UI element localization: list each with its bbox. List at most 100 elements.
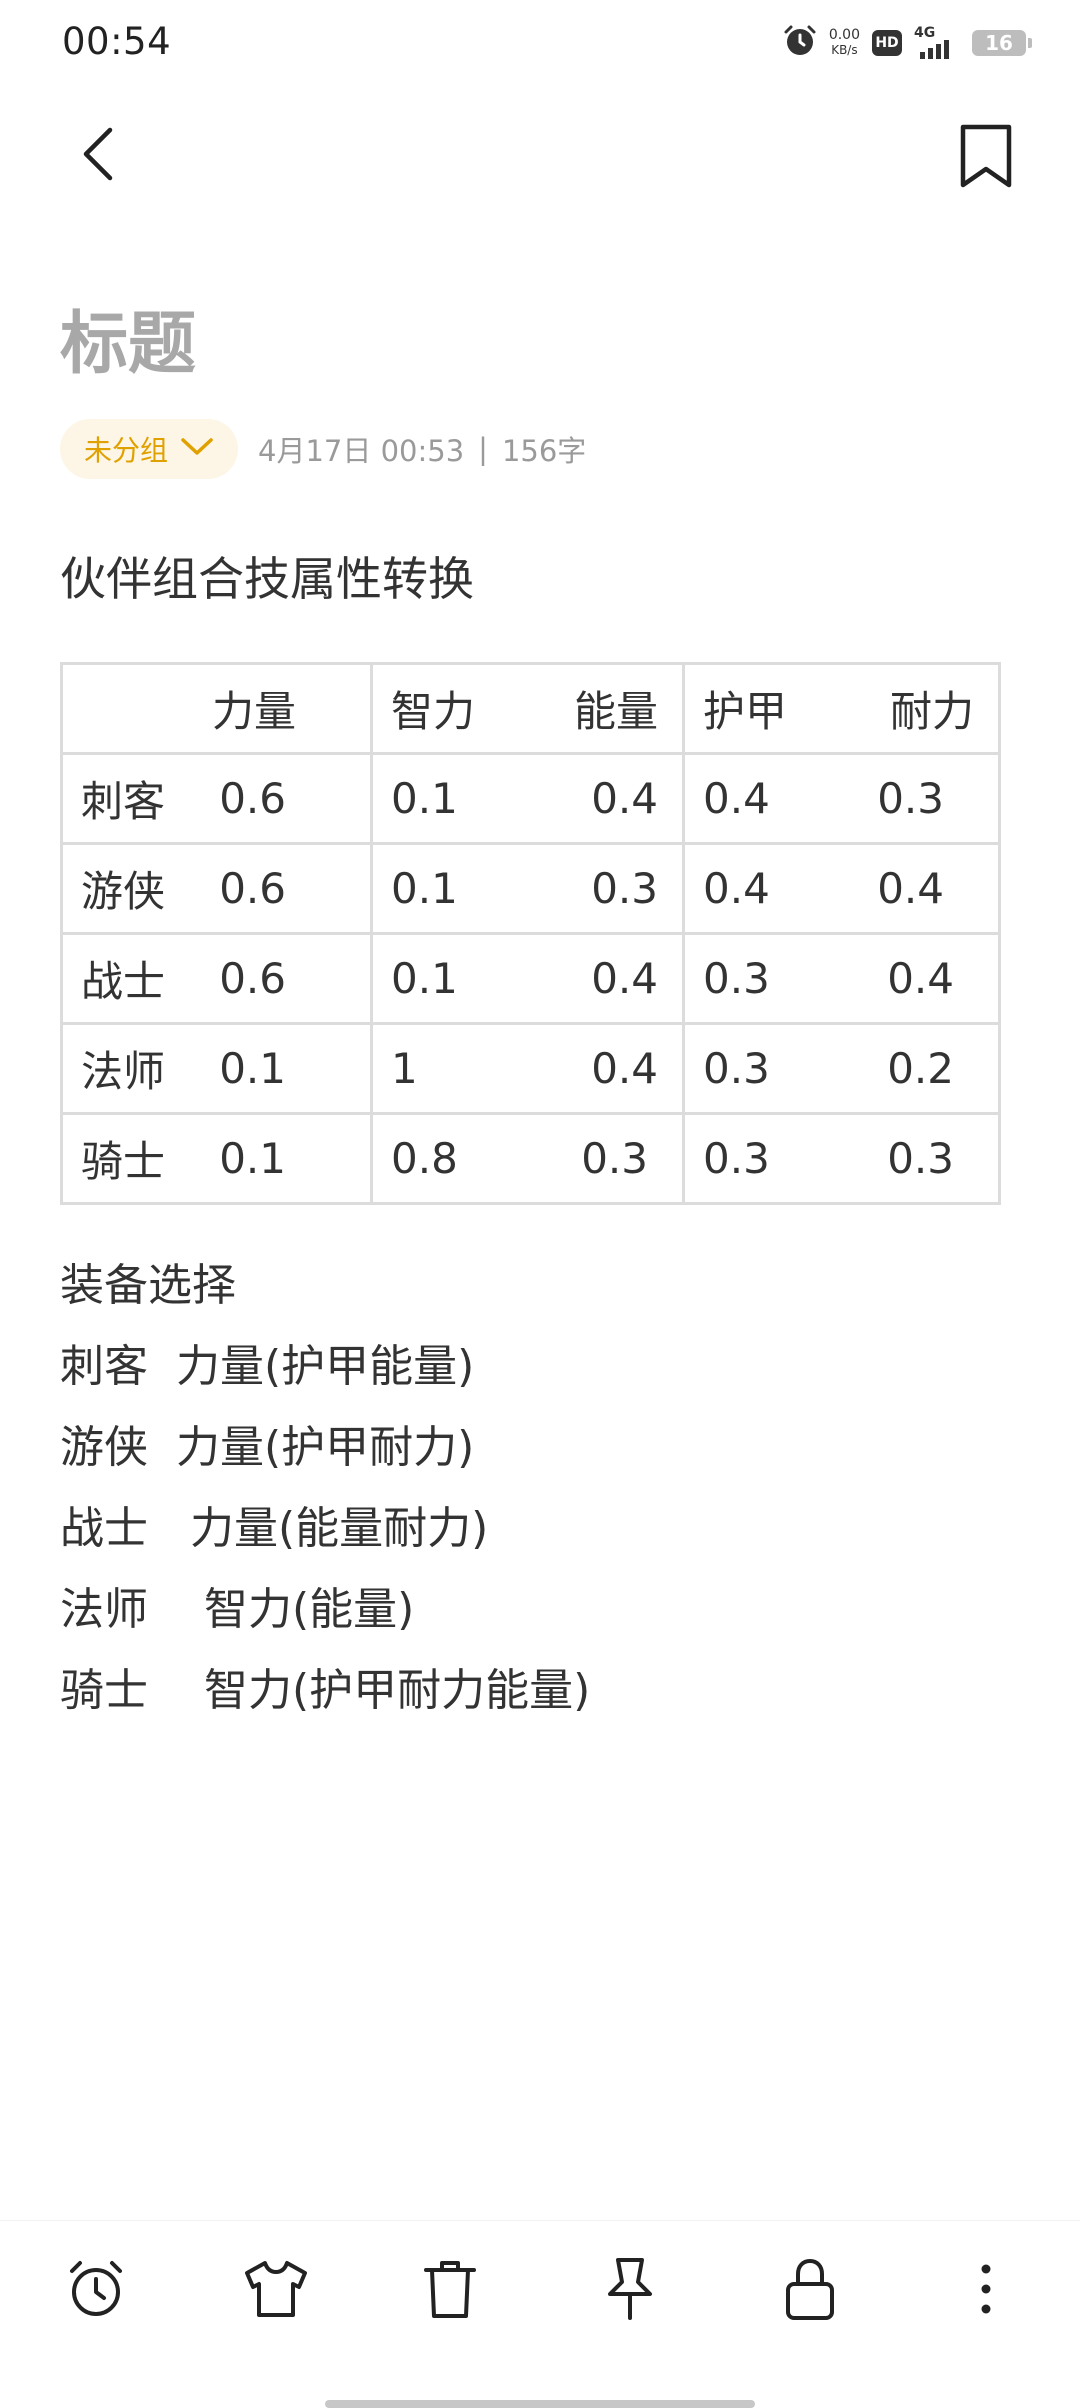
note-timestamp: 4月17日 00:53 [258,434,465,468]
shirt-icon [243,2259,309,2323]
cell-value: 0.6 [219,864,286,913]
equipment-line: 法师 智力(能量) [60,1584,415,1635]
note-title-input[interactable]: 标题 [60,300,196,390]
trash-icon [422,2258,478,2324]
chevron-down-icon [180,436,214,462]
cell-value: 1 [391,1044,418,1093]
status-icons: 0.00 KB/s HD 4G 16 [783,20,1032,66]
table-cell[interactable]: 0.1 0.4 [370,752,685,845]
table-cell[interactable]: 游侠 0.6 [60,842,373,935]
cell-value: 0.3 [703,1044,770,1093]
cell-value: 0.3 [877,774,944,823]
table-cell[interactable]: 0.8 0.3 [370,1112,685,1205]
cell-value: 0.6 [219,774,286,823]
table-cell[interactable]: 法师 0.1 [60,1022,373,1115]
cell-value: 0.3 [887,1134,954,1183]
group-label: 未分组 [84,434,169,467]
cell-value: 0.4 [591,954,658,1003]
bookmark-icon [958,123,1014,193]
signal-icon: 4G [914,25,960,61]
table-cell[interactable]: 0.3 0.4 [682,932,1001,1025]
cell-value: 0.1 [391,954,458,1003]
table-cell[interactable]: 骑士 0.1 [60,1112,373,1205]
more-button[interactable] [946,2251,1026,2331]
signal-bars [920,40,949,59]
more-vertical-icon [976,2261,996,2321]
table-row: 刺客 0.6 0.1 0.4 0.4 0.3 [60,752,1001,845]
equipment-line: 刺客 力量(护甲能量) [60,1341,475,1392]
meta-info: 4月17日 00:53 | 156字 [258,428,586,470]
table-cell[interactable]: 0.3 0.3 [682,1112,1001,1205]
table-cell[interactable]: 0.1 0.4 [370,932,685,1025]
cell-value: 0.3 [591,864,658,913]
char-count: 156字 [501,434,587,468]
cell-value: 0.4 [591,774,658,823]
cell-value: 0.4 [887,954,954,1003]
row-name: 骑士 [81,1137,166,1186]
equipment-section[interactable]: 装备选择 刺客 力量(护甲能量) 游侠 力量(护甲耐力) 战士 力量(能量耐力)… [60,1245,590,1731]
equipment-line: 游侠 力量(护甲耐力) [60,1422,475,1473]
reminder-button[interactable] [56,2251,136,2331]
row-name: 法师 [81,1047,166,1096]
table-cell[interactable]: 战士 0.6 [60,932,373,1025]
meta-separator: | [478,432,488,466]
table-cell[interactable]: 0.4 0.3 [682,752,1001,845]
hd-badge: HD [872,30,902,56]
pin-icon [602,2256,658,2326]
table-cell[interactable]: 0.4 0.4 [682,842,1001,935]
cell-value: 0.3 [703,954,770,1003]
alarm-clock-icon [64,2257,128,2325]
equipment-line: 战士 力量(能量耐力) [60,1503,489,1554]
table-cell[interactable]: 0.1 0.3 [370,842,685,935]
table-cell[interactable]: 力量 [60,662,373,755]
row-name: 战士 [81,957,166,1006]
header-stamina: 耐力 [889,687,974,736]
net-speed-unit: KB/s [831,43,858,57]
table-cell[interactable]: 智力 能量 [370,662,685,755]
net-speed-value: 0.00 [828,27,860,43]
delete-button[interactable] [410,2251,490,2331]
battery-level: 16 [985,31,1013,55]
row-name: 游侠 [81,867,166,916]
table-row: 游侠 0.6 0.1 0.3 0.4 0.4 [60,842,1001,935]
table-row: 战士 0.6 0.1 0.4 0.3 0.4 [60,932,1001,1025]
cell-value: 0.8 [391,1134,458,1183]
home-indicator[interactable] [325,2400,755,2408]
cell-value: 0.4 [591,1044,658,1093]
header-intellect: 智力 [391,687,476,736]
lock-button[interactable] [770,2251,850,2331]
bookmark-button[interactable] [950,120,1022,196]
cell-value: 0.1 [219,1134,286,1183]
pin-button[interactable] [590,2251,670,2331]
cell-value: 0.4 [877,864,944,913]
cell-value: 0.6 [219,954,286,1003]
row-name: 刺客 [81,777,166,826]
cell-value: 0.1 [391,774,458,823]
alarm-status-icon [783,24,817,62]
table-cell[interactable]: 0.3 0.2 [682,1022,1001,1115]
header-strength: 力量 [211,687,296,736]
back-button[interactable] [66,120,130,192]
chevron-left-icon [78,124,118,188]
status-bar: 00:54 0.00 KB/s HD 4G 16 [0,0,1080,86]
table-row: 骑士 0.1 0.8 0.3 0.3 0.3 [60,1112,1001,1205]
header-armor: 护甲 [703,687,788,736]
net-speed: 0.00 KB/s [829,28,860,58]
body-heading[interactable]: 伙伴组合技属性转换 [60,544,474,614]
cell-value: 0.4 [703,864,770,913]
group-selector[interactable]: 未分组 [60,419,239,479]
equipment-heading: 装备选择 [60,1260,236,1311]
network-type: 4G [914,25,936,41]
table-cell[interactable]: 护甲 耐力 [682,662,1001,755]
note-meta: 未分组 4月17日 00:53 | 156字 [60,418,586,480]
table-cell[interactable]: 1 0.4 [370,1022,685,1115]
lock-icon [782,2256,838,2326]
cell-value: 0.4 [703,774,770,823]
table-cell[interactable]: 刺客 0.6 [60,752,373,845]
cell-value: 0.1 [391,864,458,913]
table-row: 法师 0.1 1 0.4 0.3 0.2 [60,1022,1001,1115]
attribute-table[interactable]: 力量 智力 能量 护甲 耐力 刺客 0.6 0.1 0.4 0.4 0.3 游侠 0.6… [60,662,1001,1205]
status-time: 00:54 [62,20,172,63]
theme-button[interactable] [236,2251,316,2331]
cell-value: 0.2 [887,1044,954,1093]
